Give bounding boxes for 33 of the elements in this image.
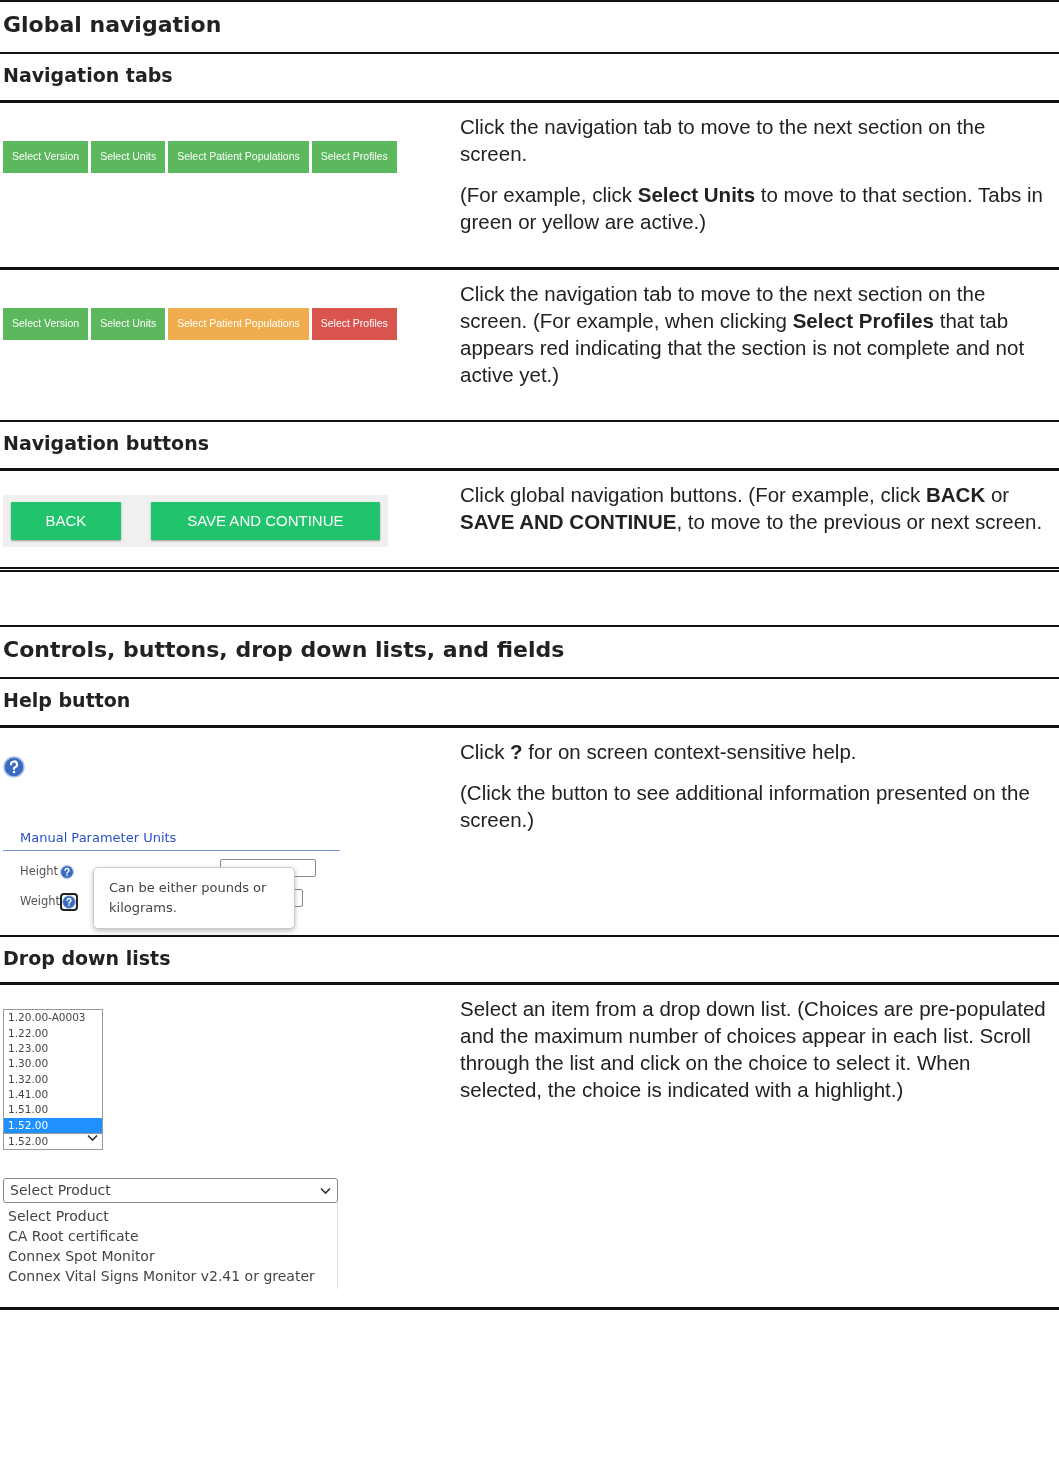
description-text: Click ? for on screen context-sensitive help. xyxy=(460,739,858,766)
tooltip: Can be either pounds or kilograms. xyxy=(93,866,295,929)
list-option[interactable]: 1.20.00-A0003 xyxy=(4,1010,102,1026)
description-text: (For example, click Select Units to move to that section. Tabs in green or yellow are active.) xyxy=(460,182,1044,236)
section-heading: Controls, buttons, drop down lists, and fields xyxy=(2,636,566,664)
description-text: Click the navigation tab to move to the next section on the screen. (For example, when clicking Select Profiles that tab appears red indicating that the section is not complete and not active yet.) xyxy=(460,281,1026,389)
subsection-heading: Navigation tabs xyxy=(0,52,1059,101)
subsection-heading: Navigation buttons xyxy=(0,420,1059,468)
subsection-heading: Help button xyxy=(0,677,1059,726)
dropdown-option[interactable]: Connex Spot Monitor xyxy=(8,1246,332,1267)
description-text: Click global navigation buttons. (For example, click BACK or SAVE AND CONTINUE, to move to the previous or next screen. xyxy=(460,482,1044,535)
description-text: Select an item from a drop down list. (Choices are pre-populated and the maximum number of choices appear in each list. Scroll through the list and click on the choice to select it. When selected, the choice is indicated with a highlight.) xyxy=(460,996,1047,1104)
field-label: Weight xyxy=(20,893,61,911)
dropdown-option[interactable]: CA Root certificate xyxy=(8,1226,332,1247)
section-heading: Global navigation xyxy=(2,11,223,39)
list-option[interactable]: 1.22.00 xyxy=(4,1025,102,1042)
panel-title: Manual Parameter Units xyxy=(3,828,340,851)
list-option[interactable]: 1.30.00 xyxy=(4,1056,102,1072)
list-option[interactable]: 1.23.00 xyxy=(4,1041,102,1057)
select-value[interactable]: 1.52.00 xyxy=(8,1133,49,1150)
dropdown-option[interactable]: Select Product xyxy=(8,1206,332,1227)
list-box[interactable]: 1.20.00-A0003 1.22.00 1.23.00 1.30.00 1.32.00 1.41.00 1.51.00 1.52.00 1.52.00 xyxy=(3,1009,103,1151)
description-text: (Click the button to see additional information presented on the screen.) xyxy=(460,780,1031,834)
chevron-down-icon xyxy=(87,1133,98,1142)
description-text: Click the navigation tab to move to the next section on the screen. xyxy=(460,114,987,168)
list-option[interactable]: 1.41.00 xyxy=(4,1086,102,1103)
subsection-heading: Drop down lists xyxy=(0,934,1059,983)
dropdown-option[interactable]: Connex Vital Signs Monitor v2.41 or greater xyxy=(8,1266,332,1287)
list-option[interactable]: 1.32.00 xyxy=(4,1071,102,1087)
field-label: Height xyxy=(20,863,58,881)
help-icon[interactable] xyxy=(62,894,77,909)
navigation-tab[interactable]: Select Profiles xyxy=(311,308,397,340)
list-option[interactable]: 1.51.00 xyxy=(4,1102,102,1118)
